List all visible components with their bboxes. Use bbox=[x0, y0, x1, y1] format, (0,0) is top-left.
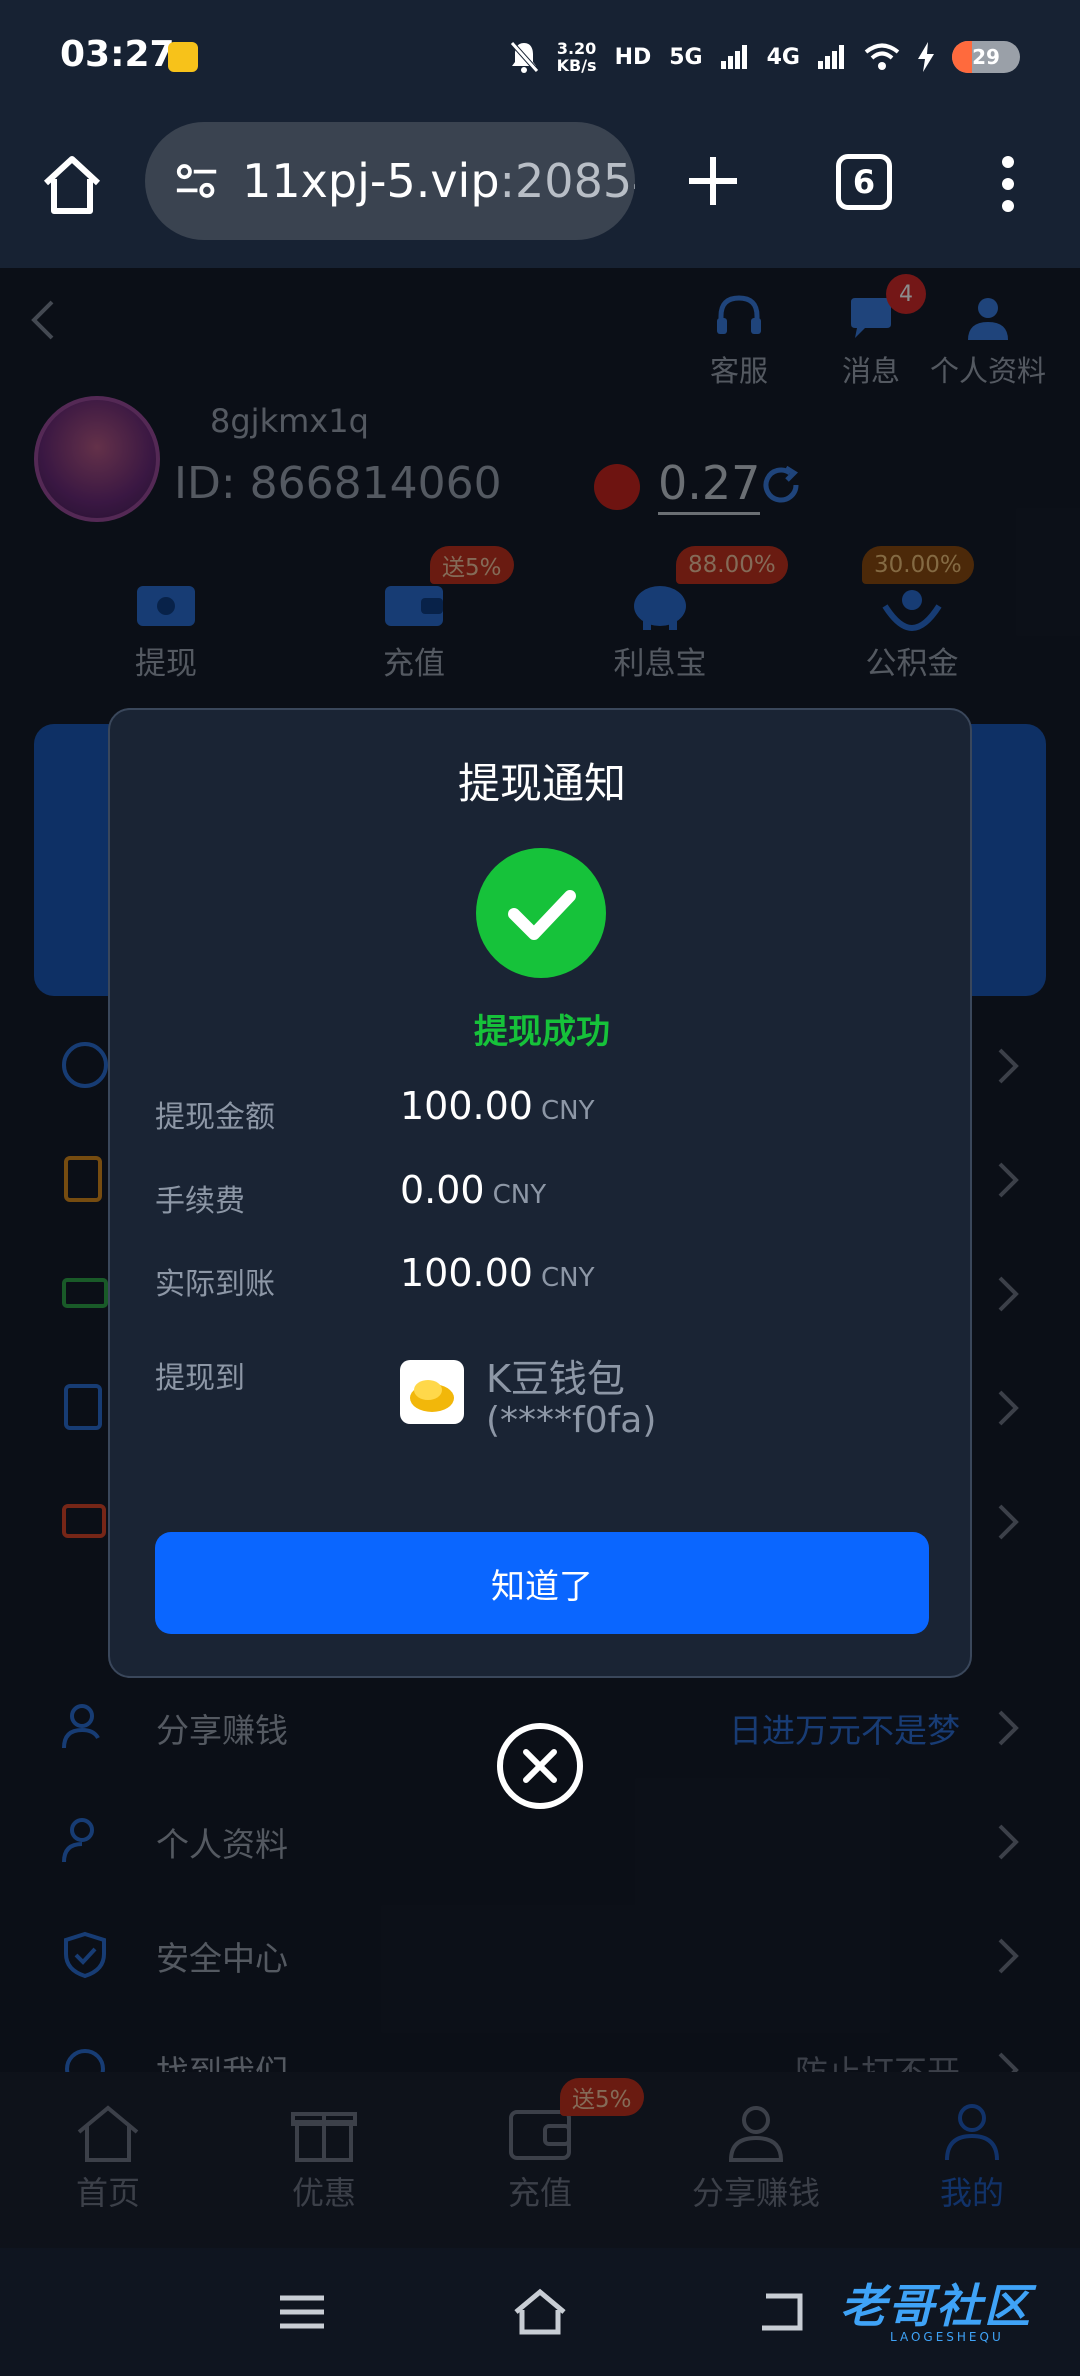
hd-indicator: HD bbox=[614, 44, 652, 70]
amount-unit: CNY bbox=[540, 1096, 595, 1126]
fee-row: 手续费 0.00 CNY bbox=[155, 1168, 945, 1228]
wallet-account: (****f0fa) bbox=[486, 1400, 657, 1441]
sim2-signal: 4G bbox=[766, 44, 800, 70]
url-text: 11xpj-5.vip:20854 bbox=[242, 154, 635, 208]
close-icon[interactable] bbox=[496, 1722, 584, 1810]
tab-switcher-button[interactable]: 6 bbox=[836, 154, 892, 210]
signal-bars-icon bbox=[720, 45, 747, 69]
system-navigation-bar: 老哥社区 LAOGESHEQU bbox=[0, 2248, 1080, 2376]
browser-toolbar: 11xpj-5.vip:20854 6 bbox=[0, 118, 1080, 268]
status-bar: 03:27 3.20 KB/s HD 5G 4G 29 bbox=[0, 0, 1080, 118]
amount-row: 提现金额 100.00 CNY bbox=[155, 1084, 945, 1144]
new-tab-icon[interactable] bbox=[685, 153, 741, 209]
wallet-name: K豆钱包 bbox=[486, 1357, 625, 1401]
destination-label: 提现到 bbox=[155, 1361, 245, 1396]
site-settings-icon[interactable] bbox=[175, 161, 218, 201]
amount-label: 提现金额 bbox=[155, 1100, 275, 1135]
recent-apps-icon[interactable] bbox=[274, 2288, 330, 2336]
withdraw-notice-dialog: 提现通知 提现成功 提现金额 100.00 CNY 手续费 0.00 CNY 实际到… bbox=[108, 708, 972, 1678]
confirm-button[interactable]: 知道了 bbox=[155, 1532, 929, 1634]
silent-bell-icon bbox=[509, 41, 539, 73]
received-unit: CNY bbox=[540, 1263, 595, 1293]
app-notification-icon bbox=[168, 42, 198, 72]
sim1-signal: 5G bbox=[669, 44, 703, 70]
watermark-subtext: LAOGESHEQU bbox=[890, 2330, 1004, 2344]
received-row: 实际到账 100.00 CNY bbox=[155, 1251, 945, 1311]
home-nav-icon[interactable] bbox=[512, 2288, 568, 2336]
more-menu-icon[interactable] bbox=[996, 154, 1020, 214]
received-value: 100.00 bbox=[400, 1251, 533, 1295]
back-nav-icon[interactable] bbox=[752, 2288, 808, 2336]
home-icon[interactable] bbox=[40, 153, 104, 217]
watermark-logo: 老哥社区 bbox=[840, 2279, 1032, 2333]
url-bar[interactable]: 11xpj-5.vip:20854 bbox=[145, 122, 635, 240]
status-text: 提现成功 bbox=[474, 1012, 610, 1052]
charging-bolt-icon bbox=[918, 42, 934, 72]
wifi-icon bbox=[864, 43, 900, 70]
wallet-logo-icon bbox=[400, 1360, 464, 1424]
received-label: 实际到账 bbox=[155, 1267, 275, 1302]
success-check-icon bbox=[476, 848, 606, 978]
battery-indicator: 29 bbox=[952, 41, 1020, 73]
status-icons: 3.20 KB/s HD 5G 4G 29 bbox=[509, 32, 1020, 82]
fee-value: 0.00 bbox=[400, 1168, 485, 1212]
amount-value: 100.00 bbox=[400, 1084, 533, 1128]
dialog-title: 提现通知 bbox=[457, 759, 626, 808]
fee-label: 手续费 bbox=[155, 1184, 245, 1219]
clock: 03:27 bbox=[60, 34, 175, 75]
net-speed: 3.20 KB/s bbox=[556, 39, 597, 75]
signal-bars-icon bbox=[818, 45, 844, 69]
fee-unit: CNY bbox=[492, 1180, 547, 1210]
